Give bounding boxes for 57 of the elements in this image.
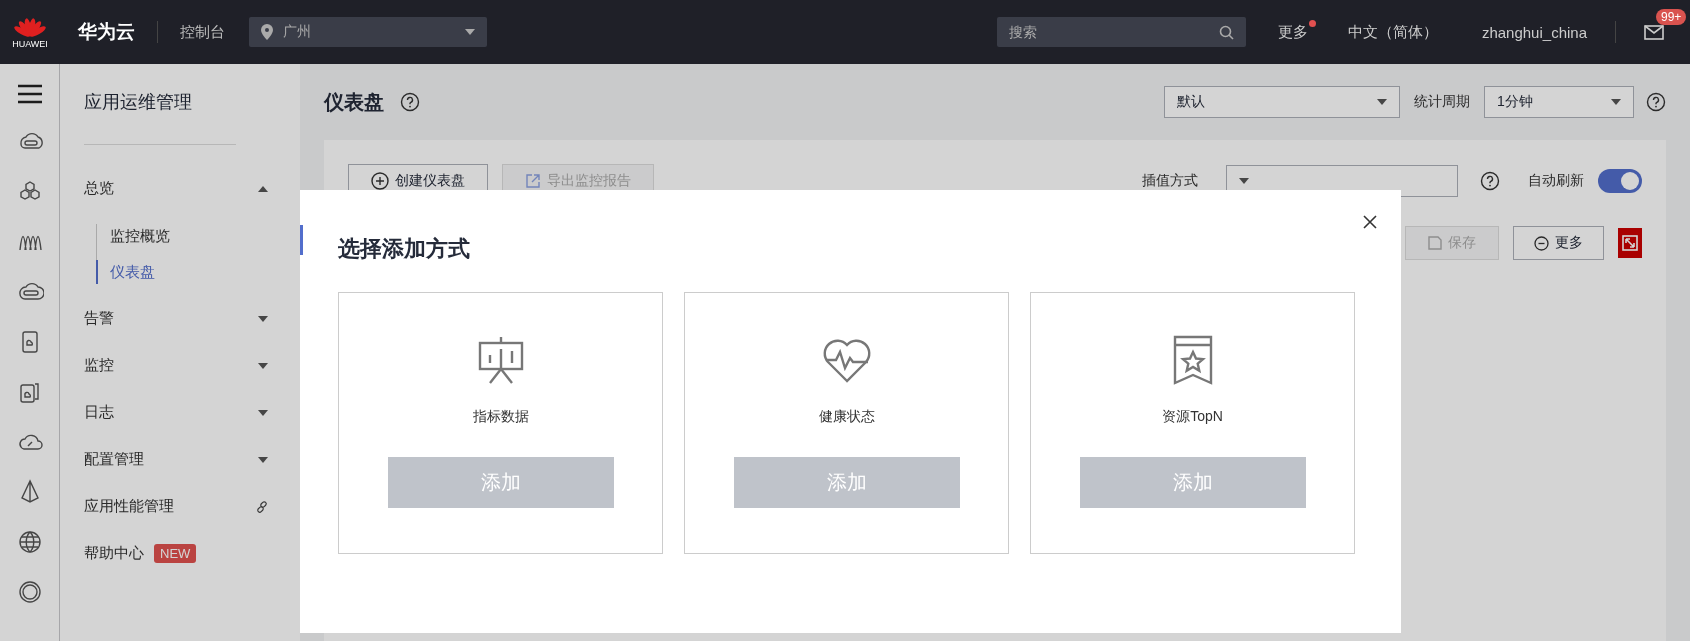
caret-icon xyxy=(258,315,268,322)
nav-group[interactable]: 告警 xyxy=(84,295,300,342)
console-link[interactable]: 控制台 xyxy=(180,22,225,42)
logo-text: HUAWEI xyxy=(12,39,48,49)
page-title: 仪表盘 xyxy=(324,89,384,115)
export-icon xyxy=(525,173,541,189)
caret-icon xyxy=(258,456,268,463)
save-icon xyxy=(1428,236,1442,250)
nav-item[interactable]: 帮助中心 xyxy=(84,544,144,563)
count-badge: 99+ xyxy=(1656,8,1687,25)
nav-item[interactable]: 应用性能管理 xyxy=(84,497,174,516)
help-icon[interactable] xyxy=(1646,92,1666,112)
caret-icon xyxy=(258,185,268,192)
period-label: 统计周期 xyxy=(1414,93,1470,111)
logo-icon[interactable] xyxy=(13,15,47,37)
caret-icon xyxy=(1611,99,1621,105)
search-field[interactable]: 搜索 xyxy=(996,17,1246,47)
nav-group[interactable]: 监控 xyxy=(84,342,300,389)
brand-name[interactable]: 华为云 xyxy=(78,19,135,45)
auto-refresh-label: 自动刷新 xyxy=(1528,172,1584,190)
option-label: 指标数据 xyxy=(472,408,529,426)
location-pin-icon xyxy=(261,24,273,40)
option-label: 资源TopN xyxy=(1162,408,1223,426)
sidebar-title: 应用运维管理 xyxy=(84,64,236,145)
fullscreen-button[interactable] xyxy=(1618,228,1642,258)
close-icon[interactable] xyxy=(1363,215,1377,229)
link-icon[interactable] xyxy=(256,500,268,513)
period-select[interactable]: 1分钟 xyxy=(1484,86,1634,118)
dialog-title: 选择添加方式 xyxy=(338,235,471,263)
caret-icon xyxy=(465,29,475,35)
help-icon[interactable] xyxy=(400,92,420,112)
mail-icon[interactable] xyxy=(1644,24,1664,40)
caret-icon xyxy=(258,409,268,416)
nav-item[interactable]: 监控概览 xyxy=(96,224,300,248)
star-bookmark-icon xyxy=(1171,335,1214,385)
language-link[interactable]: 中文（简体） xyxy=(1347,22,1438,42)
interpolation-label: 插值方式 xyxy=(1142,172,1198,190)
search-icon[interactable] xyxy=(1218,25,1234,40)
plus-circle-icon xyxy=(371,172,389,190)
help-icon[interactable] xyxy=(1480,171,1500,191)
auto-refresh-toggle[interactable] xyxy=(1598,169,1642,193)
nav-group[interactable]: 总览 xyxy=(84,165,300,212)
more-circle-icon xyxy=(1534,235,1549,251)
nav-group[interactable]: 日志 xyxy=(84,389,300,436)
caret-icon xyxy=(258,362,268,369)
more-button[interactable]: 更多 xyxy=(1513,226,1604,260)
new-badge: NEW xyxy=(154,544,197,563)
option-label: 健康状态 xyxy=(818,408,875,426)
caret-icon xyxy=(1377,99,1387,105)
region-select[interactable]: 广州 xyxy=(249,17,487,47)
expand-icon xyxy=(1622,235,1638,251)
caret-icon xyxy=(1239,178,1249,184)
menu-icon[interactable] xyxy=(17,84,42,104)
view-select[interactable]: 默认 xyxy=(1164,86,1400,118)
nav-group[interactable]: 配置管理 xyxy=(84,436,300,483)
more-link[interactable]: 更多 xyxy=(1277,22,1308,42)
user-link[interactable]: zhanghui_china xyxy=(1481,23,1587,41)
